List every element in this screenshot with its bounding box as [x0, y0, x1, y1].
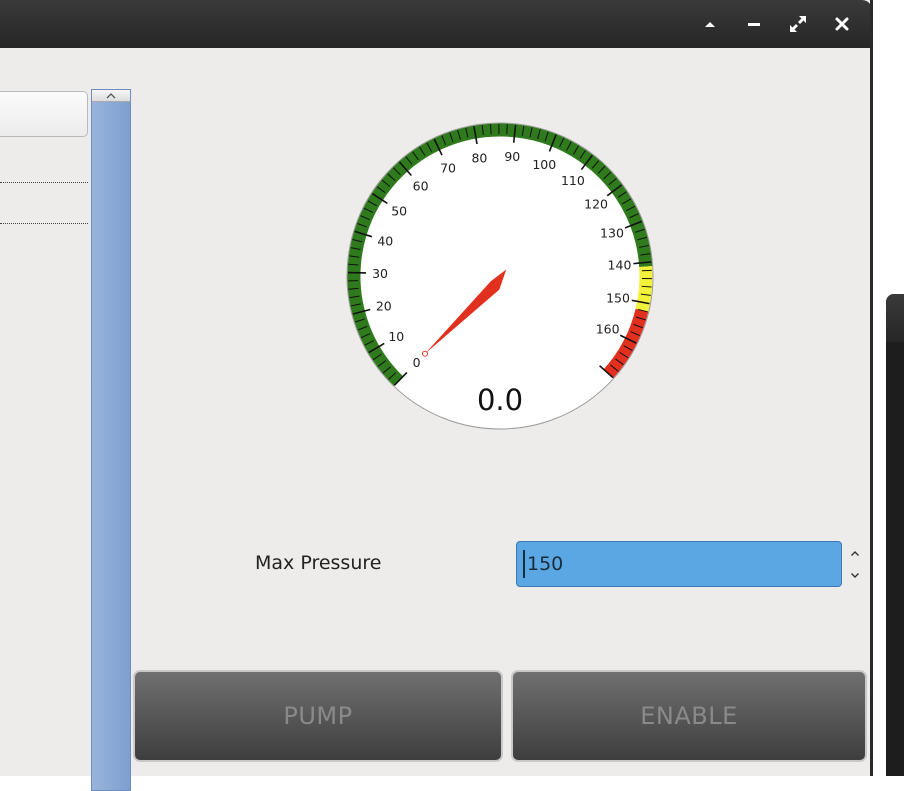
pump-button[interactable]: PUMP: [133, 670, 503, 762]
chevron-up-icon: [850, 550, 860, 557]
tree-separator: [0, 223, 88, 224]
gauge-tick-label: 100: [532, 157, 556, 172]
gauge-tick-label: 70: [440, 160, 456, 175]
spinbox-arrows: [843, 541, 867, 587]
title-bar: [0, 0, 872, 48]
gauge-tick-label: 60: [413, 179, 429, 194]
spin-down-button[interactable]: [843, 564, 867, 586]
background-window-title-bar[interactable]: [886, 294, 904, 342]
scroll-up-button[interactable]: [92, 90, 130, 102]
max-pressure-label: Max Pressure: [255, 552, 381, 574]
max-pressure-spinbox[interactable]: [516, 541, 842, 587]
close-icon: [834, 16, 850, 32]
gauge-minor-tick: [491, 124, 492, 134]
gauge-tick-label: 90: [504, 149, 520, 164]
main-window: 0 10 20 30 40 50 60 70 80 90 100 110 120 130 140 150 160…: [0, 0, 872, 776]
gauge-tick-label: 20: [376, 298, 392, 313]
gauge-needle-pivot: [422, 351, 427, 356]
left-combo-box[interactable]: [0, 91, 88, 137]
max-pressure-input[interactable]: [523, 550, 827, 578]
spin-up-button[interactable]: [843, 542, 867, 564]
gauge-tick-label: 120: [584, 197, 608, 212]
gauge-tick-label: 110: [561, 173, 585, 188]
shade-button[interactable]: [698, 12, 722, 36]
gauge-zone-1: [642, 267, 646, 311]
gauge-tick-label: 50: [391, 203, 407, 218]
left-scrollbar[interactable]: [91, 89, 131, 791]
gauge-tick-label: 80: [471, 150, 487, 165]
gauge-tick-label: 160: [596, 322, 620, 337]
maximize-icon: [788, 14, 808, 34]
gauge-tick-label: 130: [600, 225, 624, 240]
pressure-gauge: 0 10 20 30 40 50 60 70 80 90 100 110 120 130 140 150 160…: [334, 110, 666, 442]
gauge-tick-label: 140: [608, 257, 632, 272]
gauge-tick-label: 150: [606, 290, 630, 305]
window-border: [870, 0, 873, 776]
minimize-icon: [746, 16, 762, 32]
chevron-down-icon: [850, 572, 860, 579]
close-button[interactable]: [830, 12, 854, 36]
gauge-value-display: 0.0: [477, 383, 523, 417]
enable-button[interactable]: ENABLE: [511, 670, 867, 762]
gauge-tick-label: 30: [372, 266, 388, 281]
tree-separator: [0, 182, 88, 183]
gauge-tick-label: 0: [413, 355, 421, 370]
chevron-up-icon: [702, 16, 718, 32]
minimize-button[interactable]: [742, 12, 766, 36]
maximize-button[interactable]: [786, 12, 810, 36]
gauge-tick-label: 10: [388, 329, 404, 344]
background-window[interactable]: [886, 294, 904, 776]
chevron-up-icon: [105, 92, 117, 100]
gauge-tick-label: 40: [377, 233, 393, 248]
